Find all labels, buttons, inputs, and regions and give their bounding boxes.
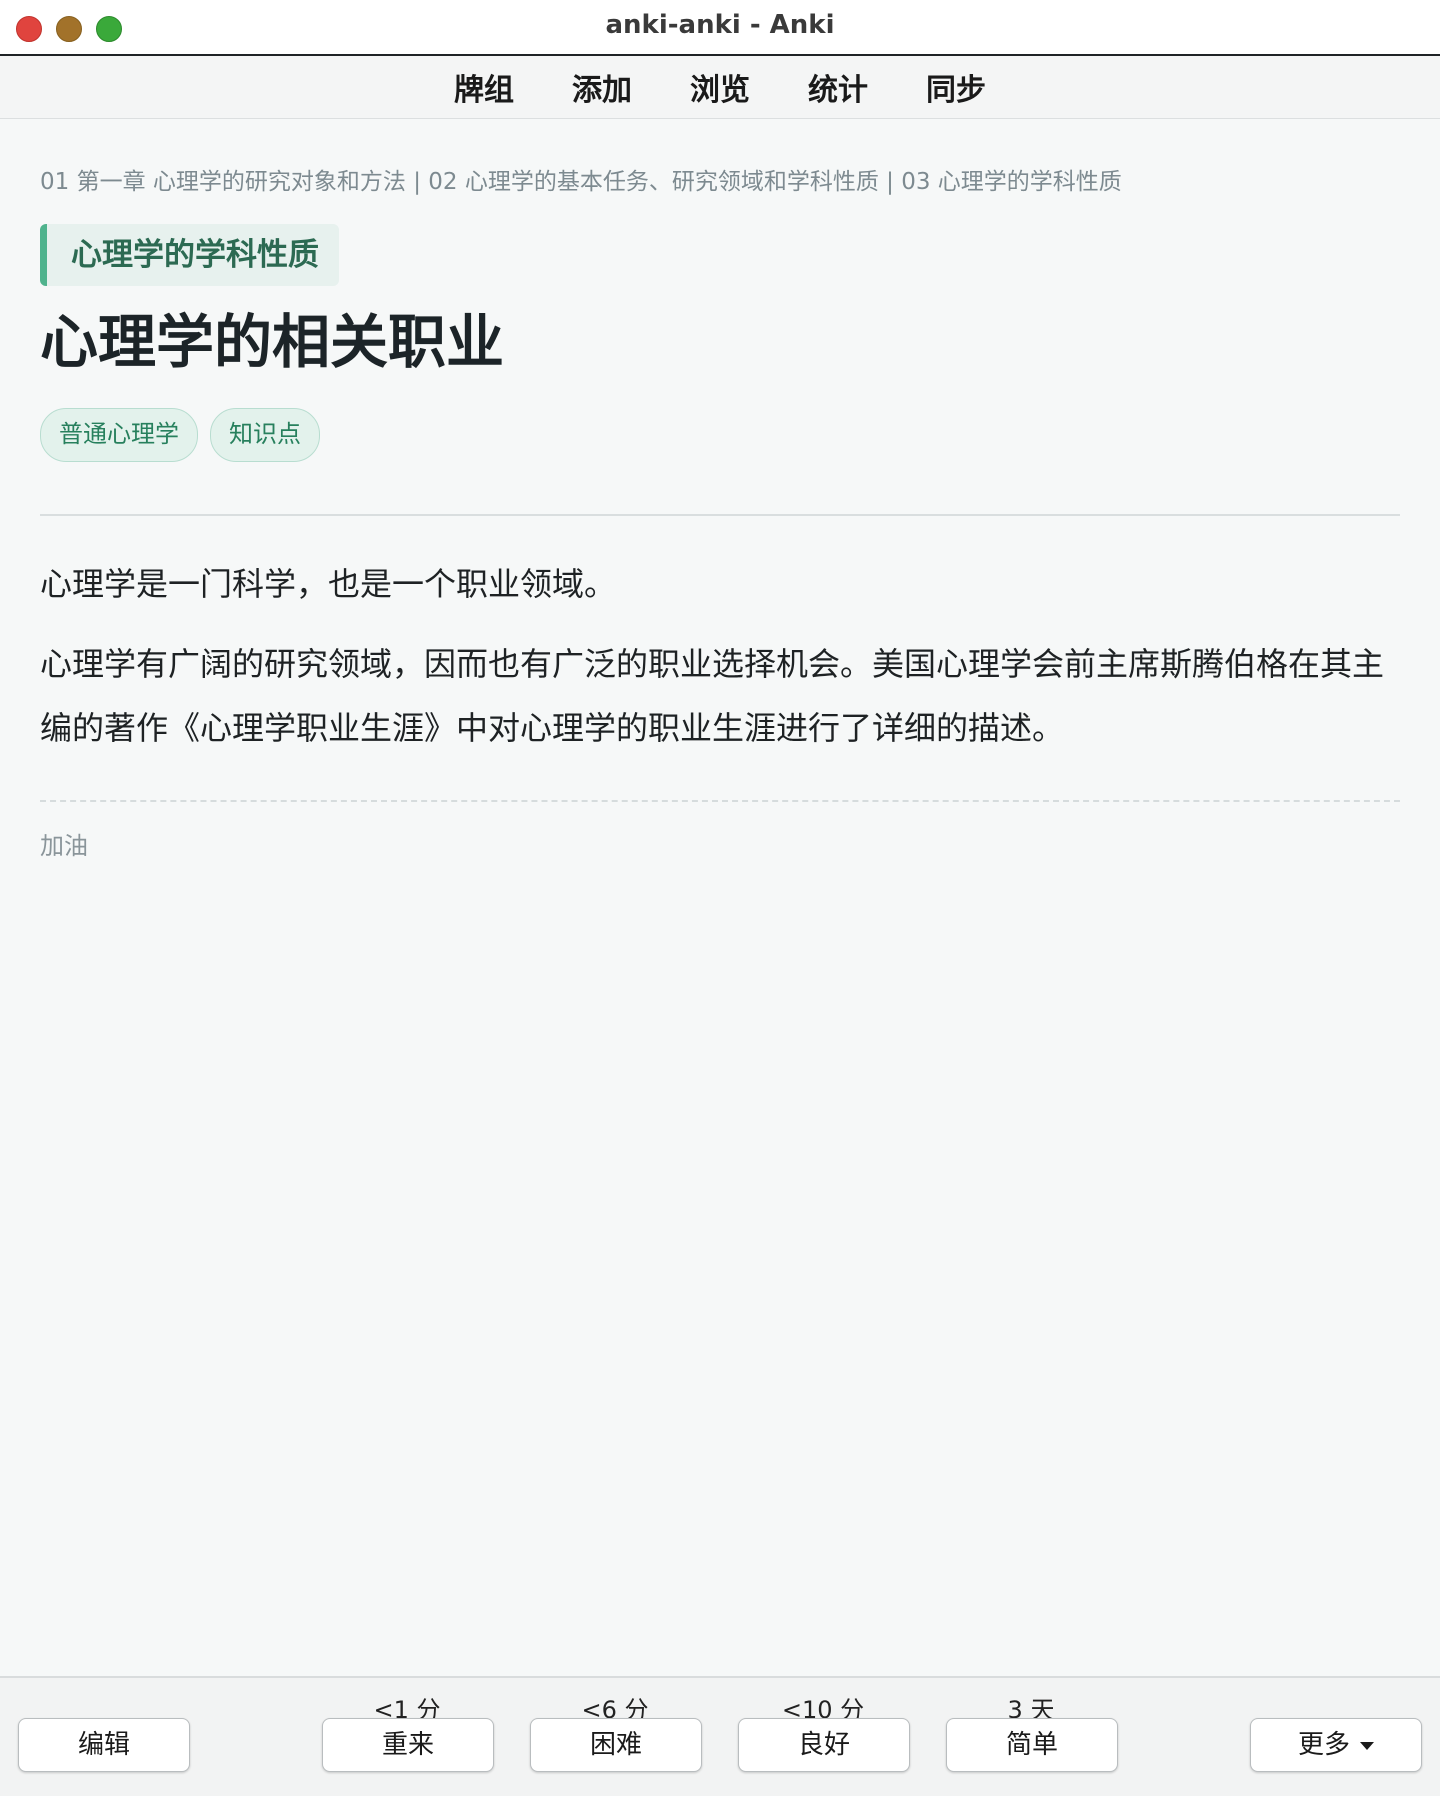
main-toolbar: 牌组 添加 浏览 统计 同步 [0,56,1440,119]
dashed-divider [40,799,1400,802]
chevron-down-icon [1360,1741,1374,1750]
hard-button[interactable]: 困难 [530,1718,702,1772]
good-button[interactable]: 良好 [738,1718,910,1772]
toolbar-stats[interactable]: 统计 [779,65,897,109]
paragraph: 心理学是一门科学，也是一个职业领域。 [40,564,617,603]
tag-list: 普通心理学 知识点 [40,407,1400,462]
paragraph: 心理学有广阔的研究领域，因而也有广泛的职业选择机会。美国心理学会前主席斯腾伯格在… [40,644,1385,747]
window-title: anki-anki - Anki [605,10,835,40]
card-title: 心理学的相关职业 [40,308,505,376]
card-content: 01 第一章 心理学的研究对象和方法 | 02 心理学的基本任务、研究领域和学科… [40,118,1400,861]
answer-bar: 编辑 <1 分 重来 <6 分 困难 <10 分 良好 3 天 简单 更多 [0,1676,1440,1796]
title-bar: anki-anki - Anki [0,0,1440,56]
tag-general-psychology[interactable]: 普通心理学 [40,407,198,462]
toolbar-add[interactable]: 添加 [543,65,661,109]
toolbar-browse[interactable]: 浏览 [661,65,779,109]
divider [40,513,1400,516]
tag-knowledge-point[interactable]: 知识点 [210,407,320,462]
edit-button[interactable]: 编辑 [18,1718,190,1772]
toolbar-decks[interactable]: 牌组 [425,65,543,109]
section-badge: 心理学的学科性质 [40,224,339,286]
card-note: 加油 [40,831,88,860]
more-button-label: 更多 [1297,1730,1350,1760]
anki-window: anki-anki - Anki 牌组 添加 浏览 统计 同步 01 第一章 心… [0,0,1440,1796]
easy-button[interactable]: 简单 [946,1718,1118,1772]
breadcrumb: 01 第一章 心理学的研究对象和方法 | 02 心理学的基本任务、研究领域和学科… [40,169,1122,195]
again-button[interactable]: 重来 [322,1718,494,1772]
toolbar-sync[interactable]: 同步 [897,65,1015,109]
more-button[interactable]: 更多 [1250,1718,1422,1772]
